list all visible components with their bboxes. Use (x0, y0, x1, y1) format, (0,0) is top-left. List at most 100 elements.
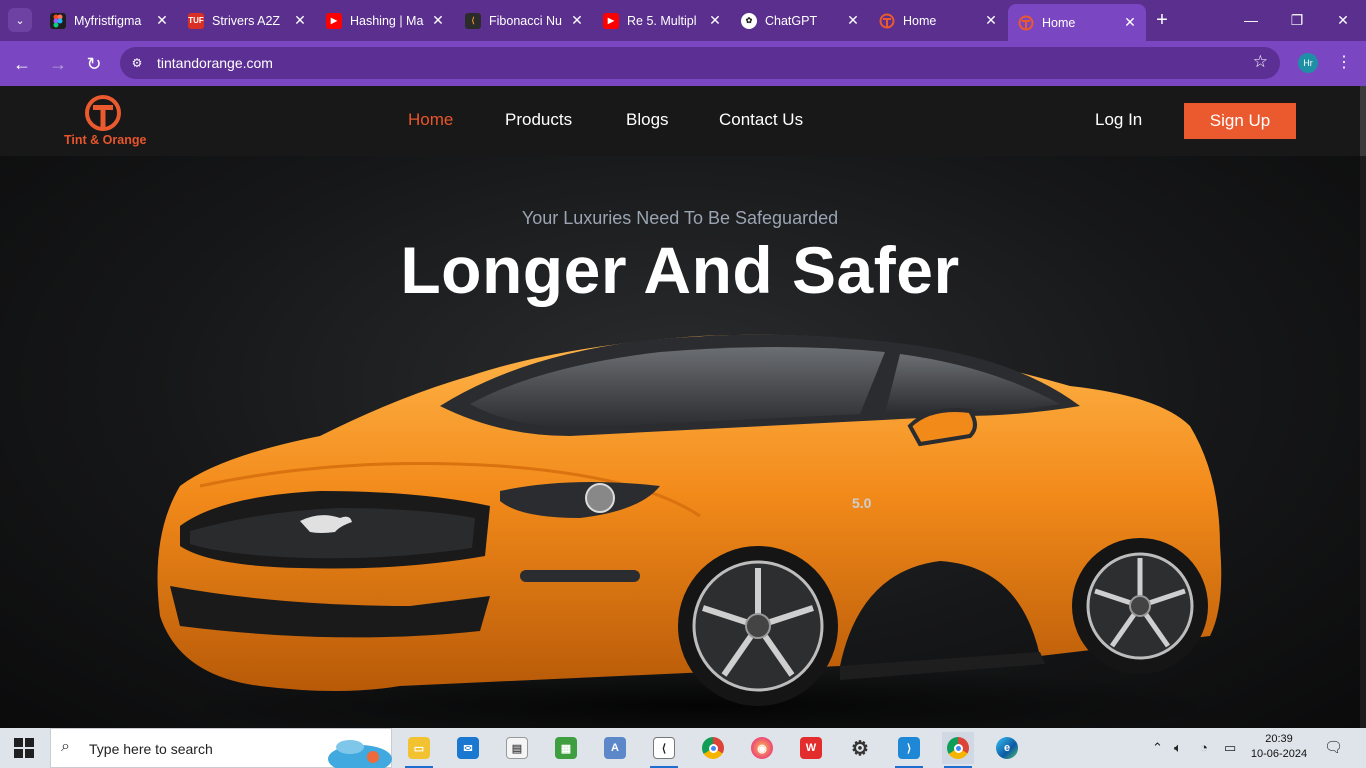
reload-button[interactable]: ↻ (81, 51, 107, 77)
new-tab-button[interactable]: + (1152, 8, 1172, 32)
brand-name[interactable]: Tint & Orange (64, 133, 146, 147)
site-info-icon[interactable]: ⚙ (128, 54, 146, 72)
tab-chatgpt[interactable]: ✿ ChatGPT ✕ (731, 4, 869, 37)
web-page: Tint & Orange Home Products Blogs Contac… (0, 86, 1366, 728)
close-tab-icon[interactable]: ✕ (705, 12, 725, 29)
close-tab-icon[interactable]: ✕ (428, 12, 448, 29)
tab-title: Myfristfigma (74, 13, 142, 28)
chrome-icon (702, 737, 724, 759)
system-clock[interactable]: 20:39 10-06-2024 (1248, 732, 1310, 762)
tab-title: Strivers A2Z (212, 13, 281, 28)
battery-icon[interactable]: ▭ (1224, 740, 1236, 756)
chevron-up-icon[interactable]: ⌃ (1152, 740, 1163, 756)
leetcode-icon: ⟨ (465, 12, 481, 29)
tint-orange-icon (1018, 15, 1034, 31)
vscode-icon: ⟩ (898, 737, 920, 759)
close-window-button[interactable]: ✕ (1320, 6, 1366, 34)
edge-icon: e (996, 737, 1018, 759)
nav-products[interactable]: Products (505, 110, 572, 130)
task-manager-icon: ▦ (555, 737, 577, 759)
codeblocks-app[interactable]: ⟨ (648, 732, 680, 768)
tab-home-active[interactable]: Home ✕ (1008, 4, 1146, 41)
bookmark-star-icon[interactable]: ☆ (1253, 52, 1268, 72)
tab-title: Re 5. Multipl (627, 13, 697, 28)
site-header: Tint & Orange Home Products Blogs Contac… (0, 86, 1366, 156)
back-button[interactable]: ← (9, 51, 35, 77)
network-icon[interactable]: ◔ (1200, 740, 1208, 755)
tab-fibonacci[interactable]: ⟨ Fibonacci Nu ✕ (455, 4, 593, 37)
tab-title: ChatGPT (765, 13, 818, 28)
hero-section: Your Luxuries Need To Be Safeguarded Lon… (0, 156, 1360, 728)
figma-icon (50, 12, 66, 29)
url-text[interactable]: tintandorange.com (157, 55, 273, 71)
nav-contact-us[interactable]: Contact Us (719, 110, 803, 130)
chevron-down-icon: ⌄ (15, 14, 25, 27)
close-tab-icon[interactable]: ✕ (152, 12, 172, 29)
tint-orange-icon (879, 13, 895, 29)
minimize-button[interactable]: — (1228, 6, 1274, 34)
tab-hashing[interactable]: ▶ Hashing | Ma ✕ (316, 4, 454, 37)
chrome-profile-icon (947, 737, 969, 759)
nav-blogs[interactable]: Blogs (626, 110, 669, 130)
more-menu-icon[interactable]: ⋮ (1336, 52, 1352, 72)
nav-home[interactable]: Home (408, 110, 453, 130)
tint-orange-logo-icon[interactable] (84, 94, 122, 132)
speaker-icon[interactable]: 🔈︎ (1174, 740, 1182, 756)
codeblocks-icon: ⟨ (653, 737, 675, 759)
search-placeholder: Type here to search (89, 741, 213, 757)
file-explorer-app[interactable]: ▭ (403, 732, 435, 768)
login-link[interactable]: Log In (1095, 110, 1142, 130)
mail-icon: ✉ (457, 737, 479, 759)
clock-date: 10-06-2024 (1250, 748, 1308, 760)
page-scrollbar[interactable] (1360, 86, 1366, 728)
taskbar: ⌕ Type here to search ▭ ✉ ▤ ▦ A ⟨ ◉ W ⚙ … (0, 728, 1366, 768)
chrome-app[interactable] (697, 732, 729, 764)
forward-button[interactable]: → (45, 51, 71, 77)
profile-avatar[interactable]: Hr (1298, 53, 1318, 73)
close-tab-icon[interactable]: ✕ (1120, 14, 1140, 31)
mail-app[interactable]: ✉ (452, 732, 484, 764)
tab-title: Home (903, 13, 937, 28)
chrome-profile-app[interactable] (942, 732, 974, 768)
tab-title: Home (1042, 15, 1076, 30)
tab-multiply[interactable]: ▶ Re 5. Multipl ✕ (593, 4, 731, 37)
tab-strivers[interactable]: TUF Strivers A2Z ✕ (178, 4, 316, 37)
tab-home[interactable]: Home ✕ (869, 4, 1007, 37)
browser-toolbar: ← → ↻ ⚙ tintandorange.com ☆ Hr ⋮ (0, 41, 1366, 86)
wps-office-icon: W (800, 737, 822, 759)
file-explorer-icon: ▭ (408, 737, 430, 759)
tab-search-button[interactable]: ⌄ (8, 8, 32, 32)
close-tab-icon[interactable]: ✕ (843, 12, 863, 29)
task-manager-app[interactable]: ▦ (550, 732, 582, 764)
taskbar-search-box[interactable]: ⌕ Type here to search (50, 728, 392, 768)
scrollbar-thumb[interactable] (1360, 86, 1366, 156)
firefox-icon: ◉ (751, 737, 773, 759)
close-tab-icon[interactable]: ✕ (567, 12, 587, 29)
youtube-icon: ▶ (326, 12, 342, 29)
youtube-icon: ▶ (603, 12, 619, 29)
restore-button[interactable]: ❐ (1274, 6, 1320, 34)
edge-app[interactable]: e (991, 732, 1023, 764)
settings-app[interactable]: ⚙ (844, 732, 876, 764)
wordpad-app[interactable]: A (599, 732, 631, 764)
hero-eyebrow: Your Luxuries Need To Be Safeguarded (521, 208, 839, 228)
notification-icon[interactable]: 🗨︎ (1324, 738, 1343, 756)
firefox-app[interactable]: ◉ (746, 732, 778, 764)
signup-button[interactable]: Sign Up (1184, 103, 1296, 139)
notepad-icon: ▤ (506, 737, 528, 759)
wps-office-app[interactable]: W (795, 732, 827, 764)
wordpad-icon: A (604, 737, 626, 759)
close-tab-icon[interactable]: ✕ (290, 12, 310, 29)
browser-tab-strip: ⌄ Myfristfigma ✕ TUF Strivers A2Z ✕ ▶ Ha… (0, 0, 1366, 41)
address-bar[interactable]: ⚙ tintandorange.com ☆ (120, 47, 1280, 79)
vscode-app[interactable]: ⟩ (893, 732, 925, 768)
search-icon: ⌕ (61, 738, 70, 755)
close-tab-icon[interactable]: ✕ (981, 12, 1001, 29)
tab-myfristfigma[interactable]: Myfristfigma ✕ (40, 4, 178, 37)
notepad-app[interactable]: ▤ (501, 732, 533, 764)
windows-start-icon[interactable] (14, 738, 34, 758)
tab-title: Fibonacci Nu (489, 13, 562, 28)
tuf-icon: TUF (188, 12, 204, 29)
mustang-car-image: 5.0 (157, 334, 1222, 728)
settings-icon: ⚙ (851, 737, 869, 760)
